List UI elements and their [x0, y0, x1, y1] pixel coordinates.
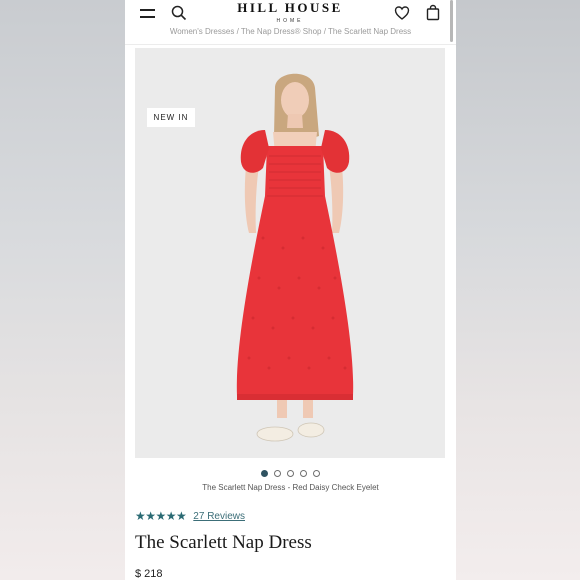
header-divider — [125, 44, 456, 45]
carousel-dot-3[interactable] — [287, 470, 294, 477]
breadcrumb-item-scarlett-nap-dress[interactable]: The Scarlett Nap Dress — [328, 28, 411, 36]
background-right — [456, 0, 580, 580]
phone-screen: HILL HOUSE HOME Women's Dresses / The Na… — [125, 0, 456, 580]
breadcrumb-separator: / — [236, 28, 239, 36]
carousel-dot-2[interactable] — [274, 470, 281, 477]
menu-icon[interactable] — [140, 6, 156, 20]
breadcrumb-separator: / — [323, 28, 326, 36]
star-rating-icon: ★★★★★ — [135, 509, 187, 523]
heart-icon[interactable] — [394, 5, 410, 21]
breadcrumb: Women's Dresses / The Nap Dress® Shop / … — [125, 28, 456, 40]
new-in-badge: NEW IN — [147, 108, 195, 127]
product-rating: ★★★★★ 27 Reviews — [135, 509, 245, 523]
site-header: HILL HOUSE HOME — [125, 0, 456, 28]
search-icon[interactable] — [171, 5, 187, 21]
brand-logo[interactable]: HILL HOUSE HOME — [225, 0, 355, 24]
background-left — [0, 0, 125, 580]
reviews-link[interactable]: 27 Reviews — [193, 511, 245, 522]
carousel-dot-1[interactable] — [261, 470, 268, 477]
carousel-dots — [125, 470, 456, 478]
brand-name: HILL HOUSE — [237, 0, 343, 15]
breadcrumb-item-nap-dress-shop[interactable]: The Nap Dress® Shop — [241, 28, 322, 36]
bag-icon[interactable] — [425, 4, 441, 21]
product-image[interactable]: NEW IN — [135, 48, 445, 458]
carousel-dot-4[interactable] — [300, 470, 307, 477]
product-title: The Scarlett Nap Dress — [135, 532, 312, 553]
product-price: $ 218 — [135, 568, 163, 580]
brand-subtitle: HOME — [276, 18, 304, 24]
carousel-dot-5[interactable] — [313, 470, 320, 477]
image-caption: The Scarlett Nap Dress - Red Daisy Check… — [202, 483, 379, 492]
breadcrumb-item-womens-dresses[interactable]: Women's Dresses — [170, 28, 235, 36]
